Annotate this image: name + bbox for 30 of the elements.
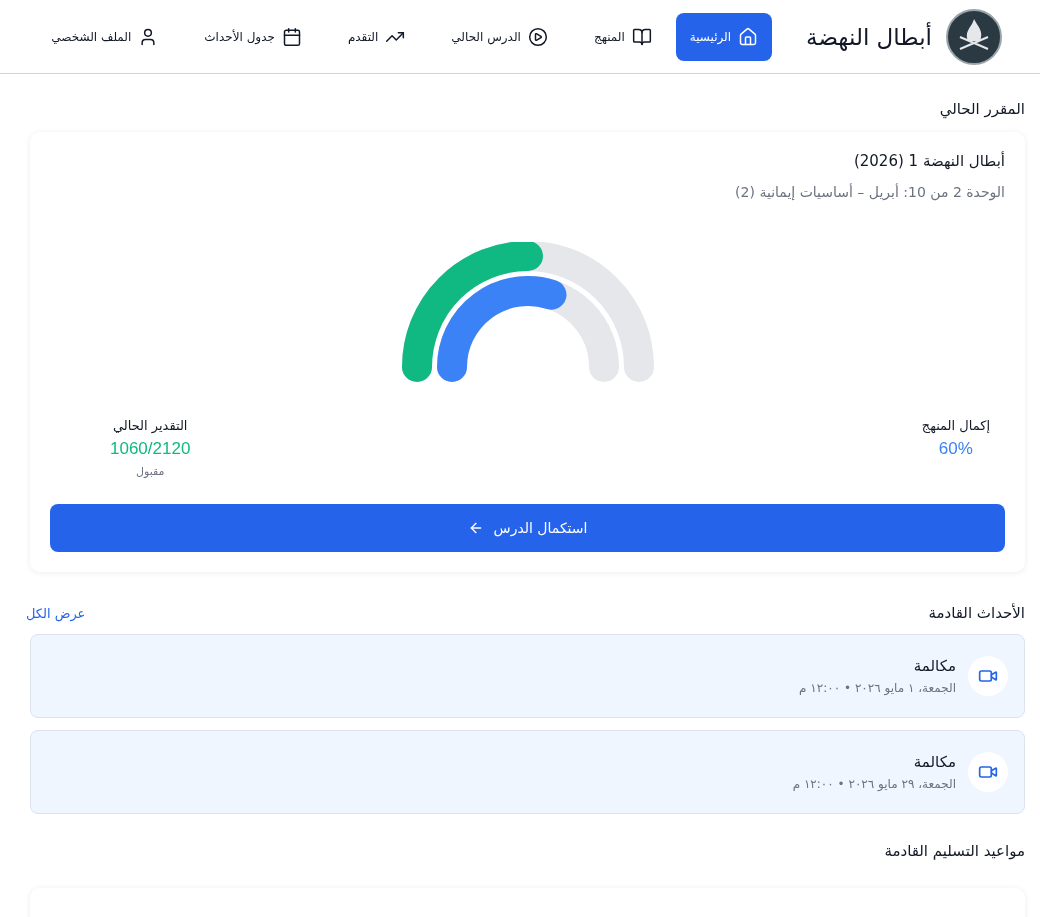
view-all-link[interactable]: عرض الكل [26, 605, 86, 621]
nav-tab[interactable]: المنهج [579, 12, 666, 61]
section-heading: الأحداث القادمة [928, 604, 1025, 622]
grade-rating: مقبول [135, 465, 165, 478]
calendar-icon [281, 26, 302, 47]
nav-tab[interactable]: جدول الأحداث [190, 12, 316, 61]
home-icon [738, 26, 759, 47]
event-datetime: الجمعة، ٢٩ مايو ٢٠٢٦ • ١٢:٠٠ م [792, 777, 956, 791]
unit-subtitle: الوحدة 2 من 10: أبريل – أساسيات إيمانية (2) [734, 184, 1005, 200]
section-heading: مواعيد التسليم القادمة [883, 842, 1025, 860]
event-title: مكالمة [912, 753, 956, 771]
brand-name: أبطال النهضة [806, 23, 932, 50]
section-heading: المقرر الحالي [938, 100, 1025, 118]
play-icon [527, 26, 548, 47]
book-icon [631, 26, 652, 47]
grade-value: 1060/2120 [110, 439, 191, 459]
nav-tab[interactable]: الرئيسية [675, 12, 773, 61]
event-datetime: الجمعة، ١ مايو ٢٠٢٦ • ١٢:٠٠ م [799, 681, 956, 695]
event-card[interactable]: مكالمة الجمعة، ٢٩ مايو ٢٠٢٦ • ١٢:٠٠ م [30, 730, 1025, 814]
grade-label: التقدير الحالي [112, 418, 188, 433]
event-title: مكالمة [912, 657, 956, 675]
completion-value: 60% [938, 439, 973, 459]
completion-label: إكمال المنهج [921, 418, 990, 433]
logo-icon [946, 8, 1002, 65]
nav-tab[interactable]: الدرس الحالي [437, 12, 562, 61]
nav-tab[interactable]: الملف الشخصي [37, 12, 173, 61]
course-title: أبطال النهضة 1 (2026) [852, 152, 1005, 170]
nav-tab[interactable]: التقدم [333, 12, 420, 61]
event-card[interactable]: مكالمة الجمعة، ١ مايو ٢٠٢٦ • ١٢:٠٠ م [30, 634, 1025, 718]
continue-lesson-button[interactable]: استكمال الدرس [50, 504, 1005, 552]
